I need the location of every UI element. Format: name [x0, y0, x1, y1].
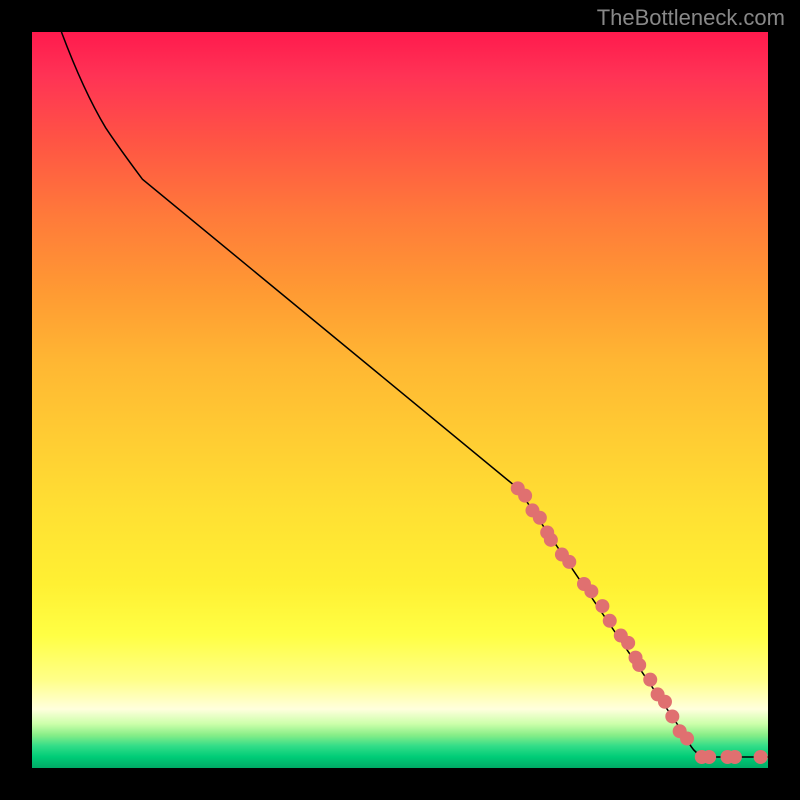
data-point — [621, 636, 635, 650]
data-point — [595, 599, 609, 613]
data-point — [584, 584, 598, 598]
chart-svg — [32, 32, 768, 768]
data-point — [643, 673, 657, 687]
data-point — [680, 732, 694, 746]
data-point — [632, 658, 646, 672]
data-point — [702, 750, 716, 764]
data-point — [728, 750, 742, 764]
data-point — [562, 555, 576, 569]
data-point — [544, 533, 558, 547]
data-point — [658, 695, 672, 709]
data-point — [665, 709, 679, 723]
data-point — [518, 489, 532, 503]
bottleneck-curve — [61, 32, 768, 757]
data-point — [603, 614, 617, 628]
data-point — [533, 511, 547, 525]
data-point — [754, 750, 768, 764]
data-points-group — [511, 481, 768, 764]
chart-plot-area — [32, 32, 768, 768]
attribution-text: TheBottleneck.com — [597, 5, 785, 31]
